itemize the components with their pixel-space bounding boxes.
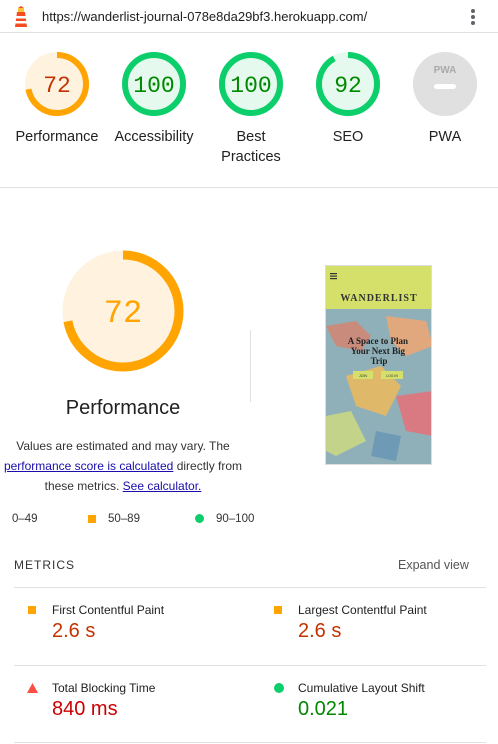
accessibility-score: 100 <box>133 73 174 99</box>
pwa-badge-text: PWA <box>434 65 457 76</box>
desc-text: Values are estimated and may vary. The <box>16 439 230 453</box>
screenshot-brand: WANDERLIST <box>340 293 417 304</box>
metric-label: Largest Contentful Paint <box>298 603 427 617</box>
metric-tbt: Total Blocking Time 840 ms <box>26 681 246 726</box>
legend-fail: 0–49 <box>12 513 38 525</box>
performance-main-gauge: 72 <box>62 250 184 372</box>
performance-title: Performance <box>65 397 181 419</box>
metric-value: 840 ms <box>52 698 118 720</box>
divider <box>250 330 251 402</box>
divider <box>262 665 486 666</box>
gauge-label: Accessibility <box>114 129 194 145</box>
pwa-badge-icon: PWA <box>413 52 477 116</box>
gauge-best-practices[interactable]: 100 Best Practices <box>201 51 301 167</box>
score-gauges: 72 Performance 100 Accessibility 100 Bes… <box>0 33 498 188</box>
gauge-accessibility[interactable]: 100 Accessibility <box>104 51 204 147</box>
metric-label: Total Blocking Time <box>52 681 156 695</box>
seo-gauge: 92 <box>316 52 380 116</box>
metrics-heading: METRICS <box>14 558 75 572</box>
circle-icon <box>274 683 284 693</box>
legend-pass: 90–100 <box>195 513 254 525</box>
metric-label: First Contentful Paint <box>52 603 165 617</box>
best-practices-gauge: 100 <box>219 52 283 116</box>
square-icon <box>28 606 36 614</box>
legend-fail-label: 0–49 <box>12 513 38 525</box>
performance-gauge: 72 <box>25 52 89 116</box>
metric-value: 2.6 s <box>298 620 342 642</box>
screenshot-button-1: JOIN <box>359 374 367 378</box>
divider <box>14 742 268 743</box>
lighthouse-icon <box>15 6 27 27</box>
page-url: https://wanderlist-journal-078e8da29bf3.… <box>42 9 368 24</box>
metric-cls: Cumulative Layout Shift 0.021 <box>272 681 492 726</box>
gauge-label: PWA <box>428 129 462 145</box>
gauge-label: Performance <box>15 129 99 145</box>
accessibility-gauge: 100 <box>122 52 186 116</box>
gauge-seo[interactable]: 92 SEO <box>298 51 398 147</box>
metric-fcp: First Contentful Paint 2.6 s <box>26 603 246 648</box>
triangle-icon <box>27 683 38 693</box>
screenshot-image: WANDERLIST A Space to Plan Your Next Big… <box>326 266 431 464</box>
performance-score-link[interactable]: performance score is calculated <box>4 459 173 473</box>
screenshot-button-2: LOG IN <box>386 374 398 378</box>
square-icon <box>274 606 282 614</box>
kebab-menu-icon[interactable] <box>468 7 478 27</box>
divider <box>14 665 268 666</box>
performance-description: Values are estimated and may vary. The p… <box>0 436 246 496</box>
gauge-pwa[interactable]: PWA PWA <box>395 51 495 147</box>
metric-label: Cumulative Layout Shift <box>298 681 425 695</box>
divider <box>262 587 486 588</box>
metric-lcp: Largest Contentful Paint 2.6 s <box>272 603 492 648</box>
best-practices-score: 100 <box>230 73 271 99</box>
expand-view-button[interactable]: Expand view <box>398 558 469 572</box>
legend-average: 50–89 <box>88 513 140 525</box>
url-bar: https://wanderlist-journal-078e8da29bf3.… <box>0 0 498 33</box>
page-screenshot: WANDERLIST A Space to Plan Your Next Big… <box>325 265 432 465</box>
divider <box>262 742 486 743</box>
metric-value: 0.021 <box>298 698 349 720</box>
gauge-performance[interactable]: 72 Performance <box>7 51 107 147</box>
performance-main-score: 72 <box>104 295 142 332</box>
circle-icon <box>195 514 204 524</box>
performance-score: 72 <box>43 73 71 99</box>
divider <box>14 587 268 588</box>
square-icon <box>88 514 96 523</box>
gauge-label: Best Practices <box>221 129 281 165</box>
legend-average-label: 50–89 <box>108 513 140 525</box>
gauge-label: SEO <box>332 129 364 145</box>
legend-pass-label: 90–100 <box>216 513 255 525</box>
seo-score: 92 <box>334 73 362 99</box>
calculator-link[interactable]: See calculator. <box>123 479 202 493</box>
metric-value: 2.6 s <box>52 620 96 642</box>
